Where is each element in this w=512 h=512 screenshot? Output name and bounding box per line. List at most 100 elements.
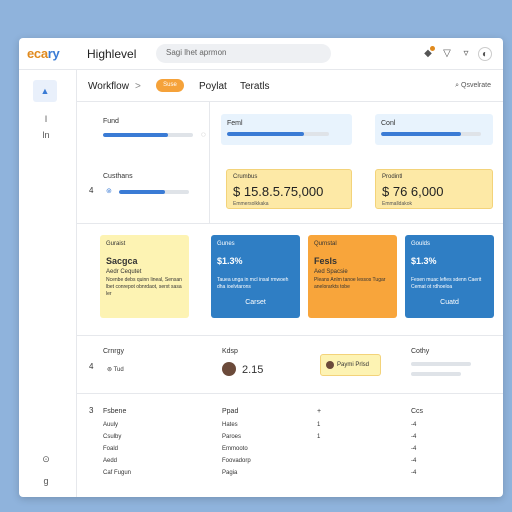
feml-progress <box>227 132 329 136</box>
crumbus-value: $ 15.8.5.75,000 <box>233 184 324 199</box>
rail-item-2[interactable]: l <box>39 112 53 126</box>
table-cell: Hates <box>222 422 238 428</box>
tile-card[interactable]: Qurnstal Fesls Aed Spacsie Pleans Anlm tano… <box>308 235 397 318</box>
breadcrumb-workflow[interactable]: Workflow <box>88 81 129 92</box>
table-header-cell[interactable]: Ccs <box>411 408 423 415</box>
tile-t2: $1.3% <box>411 256 437 266</box>
tile-t1: Goulds <box>411 241 431 247</box>
tile-cta[interactable]: Cuatd <box>405 299 494 306</box>
table-section: 3 Fsbene Ppad + Ccs Auuly Hates 1 -4 Csulby Paroe… <box>77 394 503 497</box>
tile-t1: Qurnstal <box>314 241 337 247</box>
tile-card[interactable]: Goulds $1.3% Fesen muac lefies sdenn Caeri… <box>405 235 494 318</box>
custhans-progress-fill <box>119 190 165 194</box>
kdsp-value: 2.15 <box>242 364 264 376</box>
sync-icon[interactable]: ⊚ <box>106 187 112 195</box>
prodintl-card[interactable]: Prodintl $ 76 6,000 Emmalldakok <box>375 169 493 209</box>
divider <box>209 102 210 224</box>
paymi-chip[interactable]: Paymi Prlsd <box>320 354 381 376</box>
app-logo[interactable]: ecary <box>27 46 60 61</box>
notification-dot <box>430 46 435 51</box>
prodintl-label: Prodintl <box>382 174 403 180</box>
rail-item-3[interactable]: ln <box>39 128 53 142</box>
table-cell: -4 <box>411 458 417 464</box>
filter-icon[interactable]: ▽ <box>440 47 454 61</box>
avatar-icon[interactable]: ◐ <box>478 47 492 61</box>
custhans-progress <box>119 190 189 194</box>
tile-card[interactable]: Guraist Sacgca Aedr Cequtet Ncenbe debs qui… <box>100 235 189 318</box>
crnrgy-sub-text: Tud <box>113 367 124 373</box>
table-cell: Csulby <box>103 434 122 440</box>
home-icon[interactable]: ▲ <box>33 80 57 102</box>
tile-t2: Fesls <box>314 256 338 266</box>
fund-label: Fund <box>103 118 119 125</box>
table-cell: Foovadorp <box>222 458 251 464</box>
app-window: ecary Highlevel Sagi lhet aprmon ◆ ▽ ▿ ◐… <box>19 38 503 497</box>
tile-t3: Aedr Cequtet <box>106 269 142 275</box>
crumbus-card[interactable]: Crumbus $ 15.8.5.75,000 Emmersolkkaka <box>226 169 352 209</box>
top-bar: ecary Highlevel Sagi lhet aprmon ◆ ▽ ▿ ◐ <box>19 38 503 70</box>
table-cell: Aedd <box>103 458 118 464</box>
fund-progress <box>103 133 193 137</box>
prodintl-value: $ 76 6,000 <box>382 184 444 199</box>
table-cell: Foald <box>103 446 119 452</box>
conl-label: Conl <box>381 120 396 127</box>
table-row-number: 3 <box>89 406 94 415</box>
crumbus-sub: Emmersolkkaka <box>233 201 269 207</box>
user-avatar[interactable] <box>222 362 236 376</box>
feml-label: Feml <box>227 120 243 127</box>
metrics-section: Crnrgy 4 ⊚ Tud Kdsp 2.15 Paymi Prlsd Cot… <box>77 336 503 394</box>
nav-right-action[interactable]: ⌕ Qsvelrate <box>455 82 491 90</box>
chip-avatar <box>326 361 334 369</box>
table-cell: Paroes <box>222 434 242 440</box>
nav-row: Workflow > Suse Poylat Teratls ⌕ Qsvelra… <box>77 70 503 102</box>
feml-progress-fill <box>227 132 304 136</box>
tile-t1: Gunes <box>217 241 235 247</box>
search-input[interactable]: Sagi lhet aprmon <box>156 44 331 63</box>
table-cell: -4 <box>411 446 417 452</box>
table-cell: -4 <box>411 422 417 428</box>
kdsp-label: Kdsp <box>222 348 238 355</box>
table-cell: 1 <box>317 422 321 428</box>
conl-progress-fill <box>381 132 461 136</box>
status-pill[interactable]: Suse <box>156 79 184 92</box>
app-title: Highlevel <box>87 47 137 61</box>
tab-poylat[interactable]: Poylat <box>199 81 227 92</box>
prodintl-sub: Emmalldakok <box>382 201 413 207</box>
settings-icon[interactable]: g <box>39 474 53 488</box>
tile-t4: Tauea unga in mcl insal rmwoeh dha ioelv… <box>217 277 289 290</box>
logo-text-b: ry <box>47 46 60 61</box>
table-cell: Emmooto <box>222 446 248 452</box>
custhans-label: Custhans <box>103 173 133 180</box>
tile-t4: Pleans Anlm tanoe lessos Tugar anelorark… <box>314 277 386 290</box>
cothy-placeholder-1 <box>411 362 471 366</box>
fund-info-icon[interactable]: ◌ <box>201 130 206 139</box>
filter-down-icon[interactable]: ▿ <box>459 47 473 61</box>
crnrgy-sub: ⊚ Tud <box>107 367 124 373</box>
tile-t2: $1.3% <box>217 256 243 266</box>
tile-t2: Sacgca <box>106 256 138 266</box>
table-cell: Caf Fugun <box>103 470 132 476</box>
fund-progress-fill <box>103 133 168 137</box>
tile-card[interactable]: Gunes $1.3% Tauea unga in mcl insal rmwoeh… <box>211 235 300 318</box>
crnrgy-label: Crnrgy <box>103 348 125 355</box>
nav-right-label: Qsvelrate <box>461 82 491 89</box>
feml-card[interactable]: Feml <box>221 114 352 145</box>
tile-t4: Fesen muac lefies sdenn Caerit Cemat ot … <box>411 277 482 290</box>
table-header-cell[interactable]: + <box>317 408 321 415</box>
logo-text-a: eca <box>27 46 48 61</box>
left-rail: ▲ l ln ⊙ g <box>19 70 77 497</box>
tab-teratls[interactable]: Teratls <box>240 81 269 92</box>
table-header-cell[interactable]: Ppad <box>222 408 238 415</box>
help-icon[interactable]: ⊙ <box>39 452 53 466</box>
crumbus-label: Crumbus <box>233 174 258 180</box>
table-cell: -4 <box>411 434 417 440</box>
table-cell: Auuly <box>103 422 119 428</box>
table-header-cell[interactable]: Fsbene <box>103 408 126 415</box>
table-cell: 1 <box>317 434 321 440</box>
conl-progress <box>381 132 481 136</box>
stats-section: Fund ◌ Feml Conl Custhans 4 ⊚ Crumbus $ … <box>77 102 503 224</box>
row-number: 4 <box>89 186 94 195</box>
tile-cta[interactable]: Carset <box>211 299 300 306</box>
conl-card[interactable]: Conl <box>375 114 493 145</box>
bell-icon[interactable]: ◆ <box>421 46 435 61</box>
